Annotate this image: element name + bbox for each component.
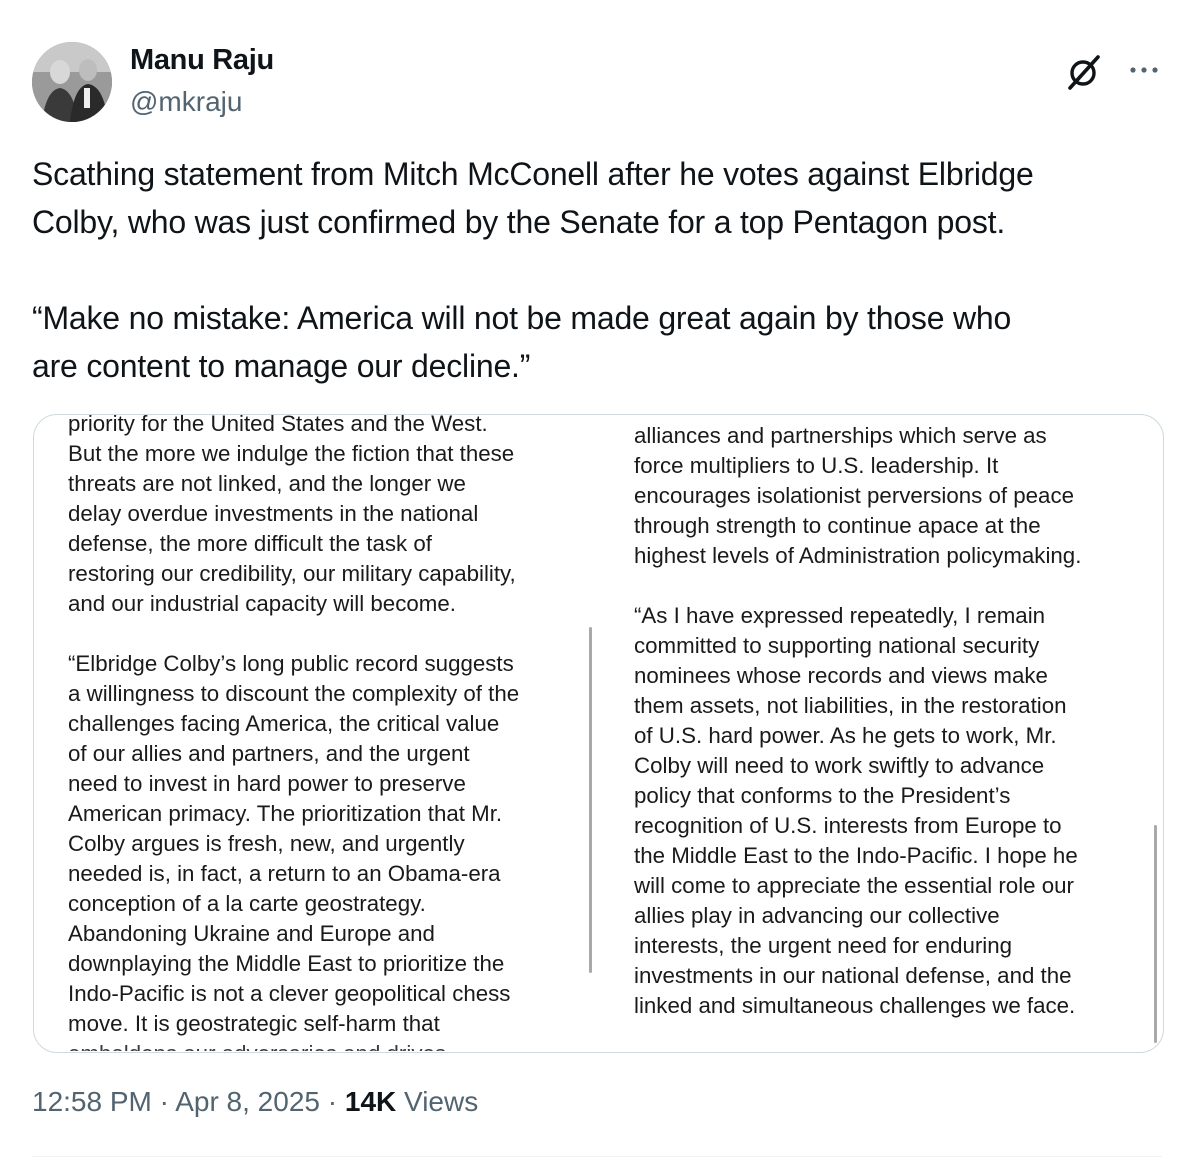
statement-line: downplaying the Middle East to prioritiz… — [68, 951, 505, 976]
statement-line: “As I have expressed repeatedly, I remai… — [634, 603, 1046, 628]
statement-line: Colby argues is fresh, new, and urgently — [68, 831, 465, 856]
views-label: Views — [396, 1086, 479, 1117]
statement-line: challenges facing America, the critical … — [68, 711, 500, 736]
meta-separator: · — [151, 1086, 176, 1117]
statement-line: delay overdue investments in the nationa… — [68, 501, 479, 526]
statement-line: American primacy. The prioritization tha… — [68, 801, 503, 826]
more-icon[interactable] — [1124, 56, 1164, 84]
tweet-text: Scathing statement from Mitch McConell a… — [32, 150, 1162, 390]
views-count: 14K — [344, 1086, 397, 1117]
statement-line: encourages isolationist perversions of p… — [634, 483, 1075, 508]
statement-line: “Elbridge Colby’s long public record sug… — [68, 651, 514, 676]
statement-line: of our allies and partners, and the urge… — [68, 741, 470, 766]
statement-line: will come to appreciate the essential ro… — [634, 873, 1074, 898]
statement-line: needed is, in fact, a return to an Obama… — [68, 861, 501, 886]
statement-line: highest levels of Administration policym… — [634, 543, 1082, 568]
left-column-scrollbar — [589, 627, 592, 973]
statement-line: move. It is geostrategic self-harm that — [68, 1011, 440, 1036]
author-name[interactable]: Manu Raju — [130, 44, 274, 77]
statement-line: and our industrial capacity will become. — [68, 591, 456, 616]
statement-line: alliances and partnerships which serve a… — [634, 423, 1047, 448]
statement-line: defense, the more difficult the task of — [68, 531, 432, 556]
statement-line: committed to supporting national securit… — [634, 633, 1040, 658]
statement-line: priority for the United States and the W… — [68, 414, 488, 436]
statement-line: restoring our credibility, our military … — [68, 561, 516, 586]
statement-line: of U.S. hard power. As he gets to work, … — [634, 723, 1057, 748]
statement-left-column: priority for the United States and the W… — [68, 414, 588, 1052]
timestamp-date[interactable]: Apr 8, 2025 — [175, 1086, 320, 1117]
grok-icon[interactable] — [1064, 52, 1104, 92]
tweet-meta: 12:58 PM · Apr 8, 2025 · 14K Views — [32, 1086, 478, 1118]
avatar[interactable] — [32, 42, 112, 122]
statement-line: the Middle East to the Indo-Pacific. I h… — [634, 843, 1078, 868]
statement-line: through strength to continue apace at th… — [634, 513, 1041, 538]
right-column-scrollbar — [1154, 825, 1157, 1043]
statement-line: recognition of U.S. interests from Europ… — [634, 813, 1062, 838]
statement-line: Abandoning Ukraine and Europe and — [68, 921, 435, 946]
tweet: Manu Raju @mkraju Scathing statement fro… — [0, 0, 1190, 1174]
statement-image[interactable]: priority for the United States and the W… — [33, 414, 1164, 1053]
divider — [32, 1156, 1162, 1157]
statement-line-cut-off: emboldens our adversaries and drives — [68, 1039, 588, 1051]
statement-line: interests, the urgent need for enduring — [634, 933, 1013, 958]
statement-line: allies play in advancing our collective — [634, 903, 1000, 928]
tweet-paragraph: Scathing statement from Mitch McConell a… — [32, 156, 1034, 240]
statement-line: But the more we indulge the fiction that… — [68, 441, 515, 466]
statement-line: them assets, not liabilities, in the res… — [634, 693, 1067, 718]
statement-line: linked and simultaneous challenges we fa… — [634, 993, 1076, 1018]
statement-line: conception of a la carte geostrategy. — [68, 891, 426, 916]
statement-line: need to invest in hard power to preserve — [68, 771, 466, 796]
avatar-photo — [32, 42, 112, 122]
statement-right-column: alliances and partnerships which serve a… — [634, 421, 1154, 1021]
statement-line: Colby will need to work swiftly to advan… — [634, 753, 1045, 778]
meta-separator: · — [319, 1086, 345, 1117]
statement-line: a willingness to discount the complexity… — [68, 681, 520, 706]
statement-line: policy that conforms to the President’s — [634, 783, 1011, 808]
author-handle[interactable]: @mkraju — [130, 86, 242, 118]
timestamp-time[interactable]: 12:58 PM — [32, 1086, 152, 1117]
statement-line: Indo-Pacific is not a clever geopolitica… — [68, 981, 511, 1006]
statement-line: investments in our national defense, and… — [634, 963, 1072, 988]
tweet-quote-paragraph: “Make no mistake: America will not be ma… — [32, 300, 1012, 384]
statement-line: force multipliers to U.S. leadership. It — [634, 453, 999, 478]
statement-line: nominees whose records and views make — [634, 663, 1048, 688]
statement-line: threats are not linked, and the longer w… — [68, 471, 466, 496]
